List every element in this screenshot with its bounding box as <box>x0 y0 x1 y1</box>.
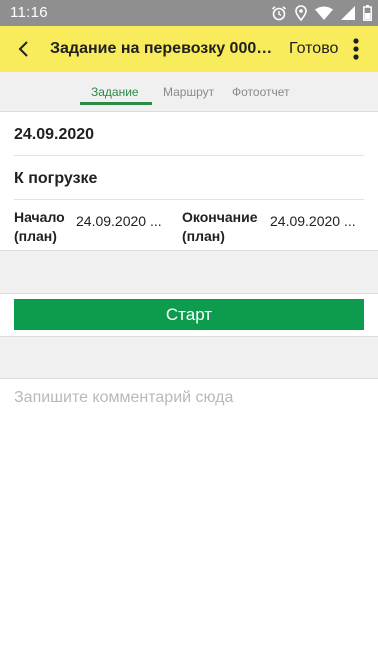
more-menu-button[interactable] <box>346 35 366 63</box>
end-plan-label-line1: Окончание <box>182 209 258 225</box>
status-bar: 11:16 <box>0 0 378 26</box>
tab-route[interactable]: Маршрут <box>163 85 214 99</box>
divider <box>14 199 364 200</box>
start-plan-label-line2: (план) <box>14 228 57 244</box>
more-vertical-icon <box>353 38 359 60</box>
tab-task[interactable]: Задание <box>91 85 139 99</box>
start-plan-label: Начало (план) <box>14 208 65 246</box>
end-plan-label-line2: (план) <box>182 228 225 244</box>
back-button[interactable] <box>10 35 38 63</box>
signal-icon <box>341 6 355 20</box>
divider <box>14 155 364 156</box>
start-plan-value[interactable]: 24.09.2020 ... <box>76 212 162 231</box>
active-tab-indicator <box>80 102 152 105</box>
battery-icon <box>363 5 372 21</box>
tab-photo-report[interactable]: Фотоотчет <box>232 85 290 99</box>
status-time: 11:16 <box>10 4 48 21</box>
section-separator <box>0 336 378 379</box>
status-icons <box>271 4 372 22</box>
start-plan-label-line1: Начало <box>14 209 65 225</box>
location-icon <box>295 5 307 21</box>
end-plan-label: Окончание (план) <box>182 208 257 246</box>
comment-input[interactable] <box>14 386 364 410</box>
page-title: Задание на перевозку 000000... <box>50 40 280 57</box>
back-arrow-icon <box>18 41 28 57</box>
task-status: К погрузке <box>14 170 98 187</box>
app-toolbar: Задание на перевозку 000000... Готово <box>0 26 378 72</box>
wifi-icon <box>315 6 333 20</box>
section-separator <box>0 250 378 294</box>
alarm-icon <box>272 6 286 21</box>
start-button[interactable]: Старт <box>14 299 364 330</box>
done-button[interactable]: Готово <box>289 40 338 58</box>
tab-bar: Задание Маршрут Фотоотчет <box>0 72 378 112</box>
end-plan-value[interactable]: 24.09.2020 ... <box>270 212 356 231</box>
task-date: 24.09.2020 <box>14 126 95 143</box>
